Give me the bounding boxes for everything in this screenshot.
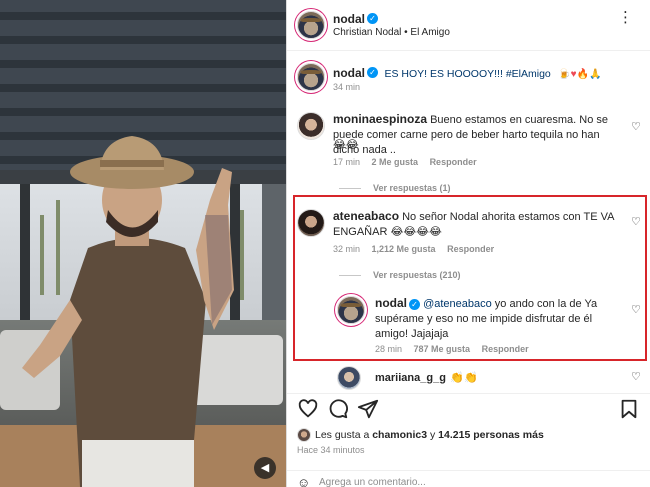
author-username[interactable]: nodal xyxy=(333,12,365,26)
caption-avatar[interactable] xyxy=(297,63,325,91)
comment-emojis: 😂😂😂😂 xyxy=(390,226,442,238)
caption-text: ES HOY! ES HOOOOY!!! #ElAmigo xyxy=(384,68,551,80)
reply-likes[interactable]: 787 Me gusta xyxy=(414,344,471,354)
comment-body: ateneabaco No señor Nodal ahorita estamo… xyxy=(333,209,623,240)
comment-avatar[interactable] xyxy=(297,209,325,237)
comment-username[interactable]: mariiana_g_g xyxy=(375,372,446,384)
bookmark-icon[interactable] xyxy=(618,398,640,420)
post-subtitle[interactable]: Christian Nodal • El Amigo xyxy=(333,27,450,38)
reply-time: 28 min xyxy=(375,344,403,354)
reply-mention[interactable]: @ateneabaco xyxy=(423,298,492,310)
post-time: Hace 34 minutos xyxy=(297,445,365,455)
comment-avatar[interactable] xyxy=(297,112,325,140)
likes-connector: y xyxy=(430,428,436,441)
add-comment-bar: ☺ Agrega un comentario... xyxy=(287,470,650,487)
post-panel: nodal ✓ Christian Nodal • El Amigo ⋮ noda… xyxy=(286,0,650,487)
reply-button[interactable]: Responder xyxy=(482,344,529,354)
likes-summary: Les gusta a chamonic3 y 14.215 personas … xyxy=(297,428,544,442)
comment-username[interactable]: moninaespinoza xyxy=(333,112,427,126)
comment-meta: 32 min 1,212 Me gusta Responder xyxy=(333,244,503,254)
caption-username[interactable]: nodal xyxy=(333,66,365,80)
divider xyxy=(339,275,361,277)
comment-time: 32 min xyxy=(333,244,361,254)
comment-username[interactable]: ateneabaco xyxy=(333,209,399,223)
post-caption: nodal ✓ ES HOY! ES HOOOOY!!! #ElAmigo 🍺♥🔥… xyxy=(333,64,602,82)
reply-username[interactable]: nodal xyxy=(375,296,407,310)
verified-icon: ✓ xyxy=(367,13,378,25)
comment-meta: 17 min 2 Me gusta Responder xyxy=(333,157,486,167)
reply-meta: 28 min 787 Me gusta Responder xyxy=(375,344,538,354)
comment-time: 17 min xyxy=(333,157,361,167)
view-replies-button[interactable]: Ver respuestas (1) xyxy=(339,183,451,193)
like-heart-icon[interactable]: ♡ xyxy=(631,305,641,316)
verified-icon: ✓ xyxy=(367,67,378,79)
view-replies-label: Ver respuestas (210) xyxy=(373,270,461,280)
comment-body: moninaespinoza Bueno estamos en cuaresma… xyxy=(333,112,623,158)
reply-body: nodal ✓ @ateneabaco yo ando con la de Ya … xyxy=(375,296,621,342)
author-avatar[interactable] xyxy=(297,11,325,39)
caption-emoji-row: 🍺♥🔥🙏 xyxy=(558,69,602,80)
likes-prefix: Les gusta a xyxy=(315,428,370,441)
comment-emojis: 😂😂 xyxy=(333,139,359,151)
sound-toggle-icon[interactable]: ◀ xyxy=(254,457,276,479)
verified-icon: ✓ xyxy=(409,298,420,310)
liker-avatar[interactable] xyxy=(297,428,311,442)
emoji-smiley-icon[interactable]: ☺ xyxy=(297,475,310,487)
reply-button[interactable]: Responder xyxy=(430,157,477,167)
reply-avatar[interactable] xyxy=(337,296,365,324)
photo-illustration xyxy=(0,0,286,487)
view-replies-label: Ver respuestas (1) xyxy=(373,183,451,193)
like-heart-icon[interactable] xyxy=(297,398,319,420)
like-heart-icon[interactable]: ♡ xyxy=(631,122,641,133)
like-heart-icon[interactable]: ♡ xyxy=(631,372,641,383)
comment-likes[interactable]: 1,212 Me gusta xyxy=(372,244,436,254)
comment-avatar[interactable] xyxy=(337,366,361,390)
comment-bubble-icon[interactable] xyxy=(327,398,349,420)
comment-likes[interactable]: 2 Me gusta xyxy=(372,157,419,167)
share-paper-plane-icon[interactable] xyxy=(357,398,379,420)
reply-button[interactable]: Responder xyxy=(447,244,494,254)
caption-time: 34 min xyxy=(333,82,361,92)
comment-input[interactable]: Agrega un comentario... xyxy=(319,477,426,487)
action-bar xyxy=(287,393,650,422)
like-heart-icon[interactable]: ♡ xyxy=(631,217,641,228)
likes-count[interactable]: 14.215 personas más xyxy=(438,429,544,441)
post-header: nodal ✓ Christian Nodal • El Amigo ⋮ xyxy=(287,0,650,51)
post-photo[interactable]: ◀ xyxy=(0,0,286,487)
view-replies-button[interactable]: Ver respuestas (210) xyxy=(339,270,461,280)
comment-body: mariiana_g_g 👏👏 xyxy=(375,368,478,386)
liker-username[interactable]: chamonic3 xyxy=(372,429,427,441)
divider xyxy=(339,188,361,190)
comment-emojis: 👏👏 xyxy=(450,372,478,384)
more-dots-icon[interactable]: ⋮ xyxy=(618,10,633,25)
